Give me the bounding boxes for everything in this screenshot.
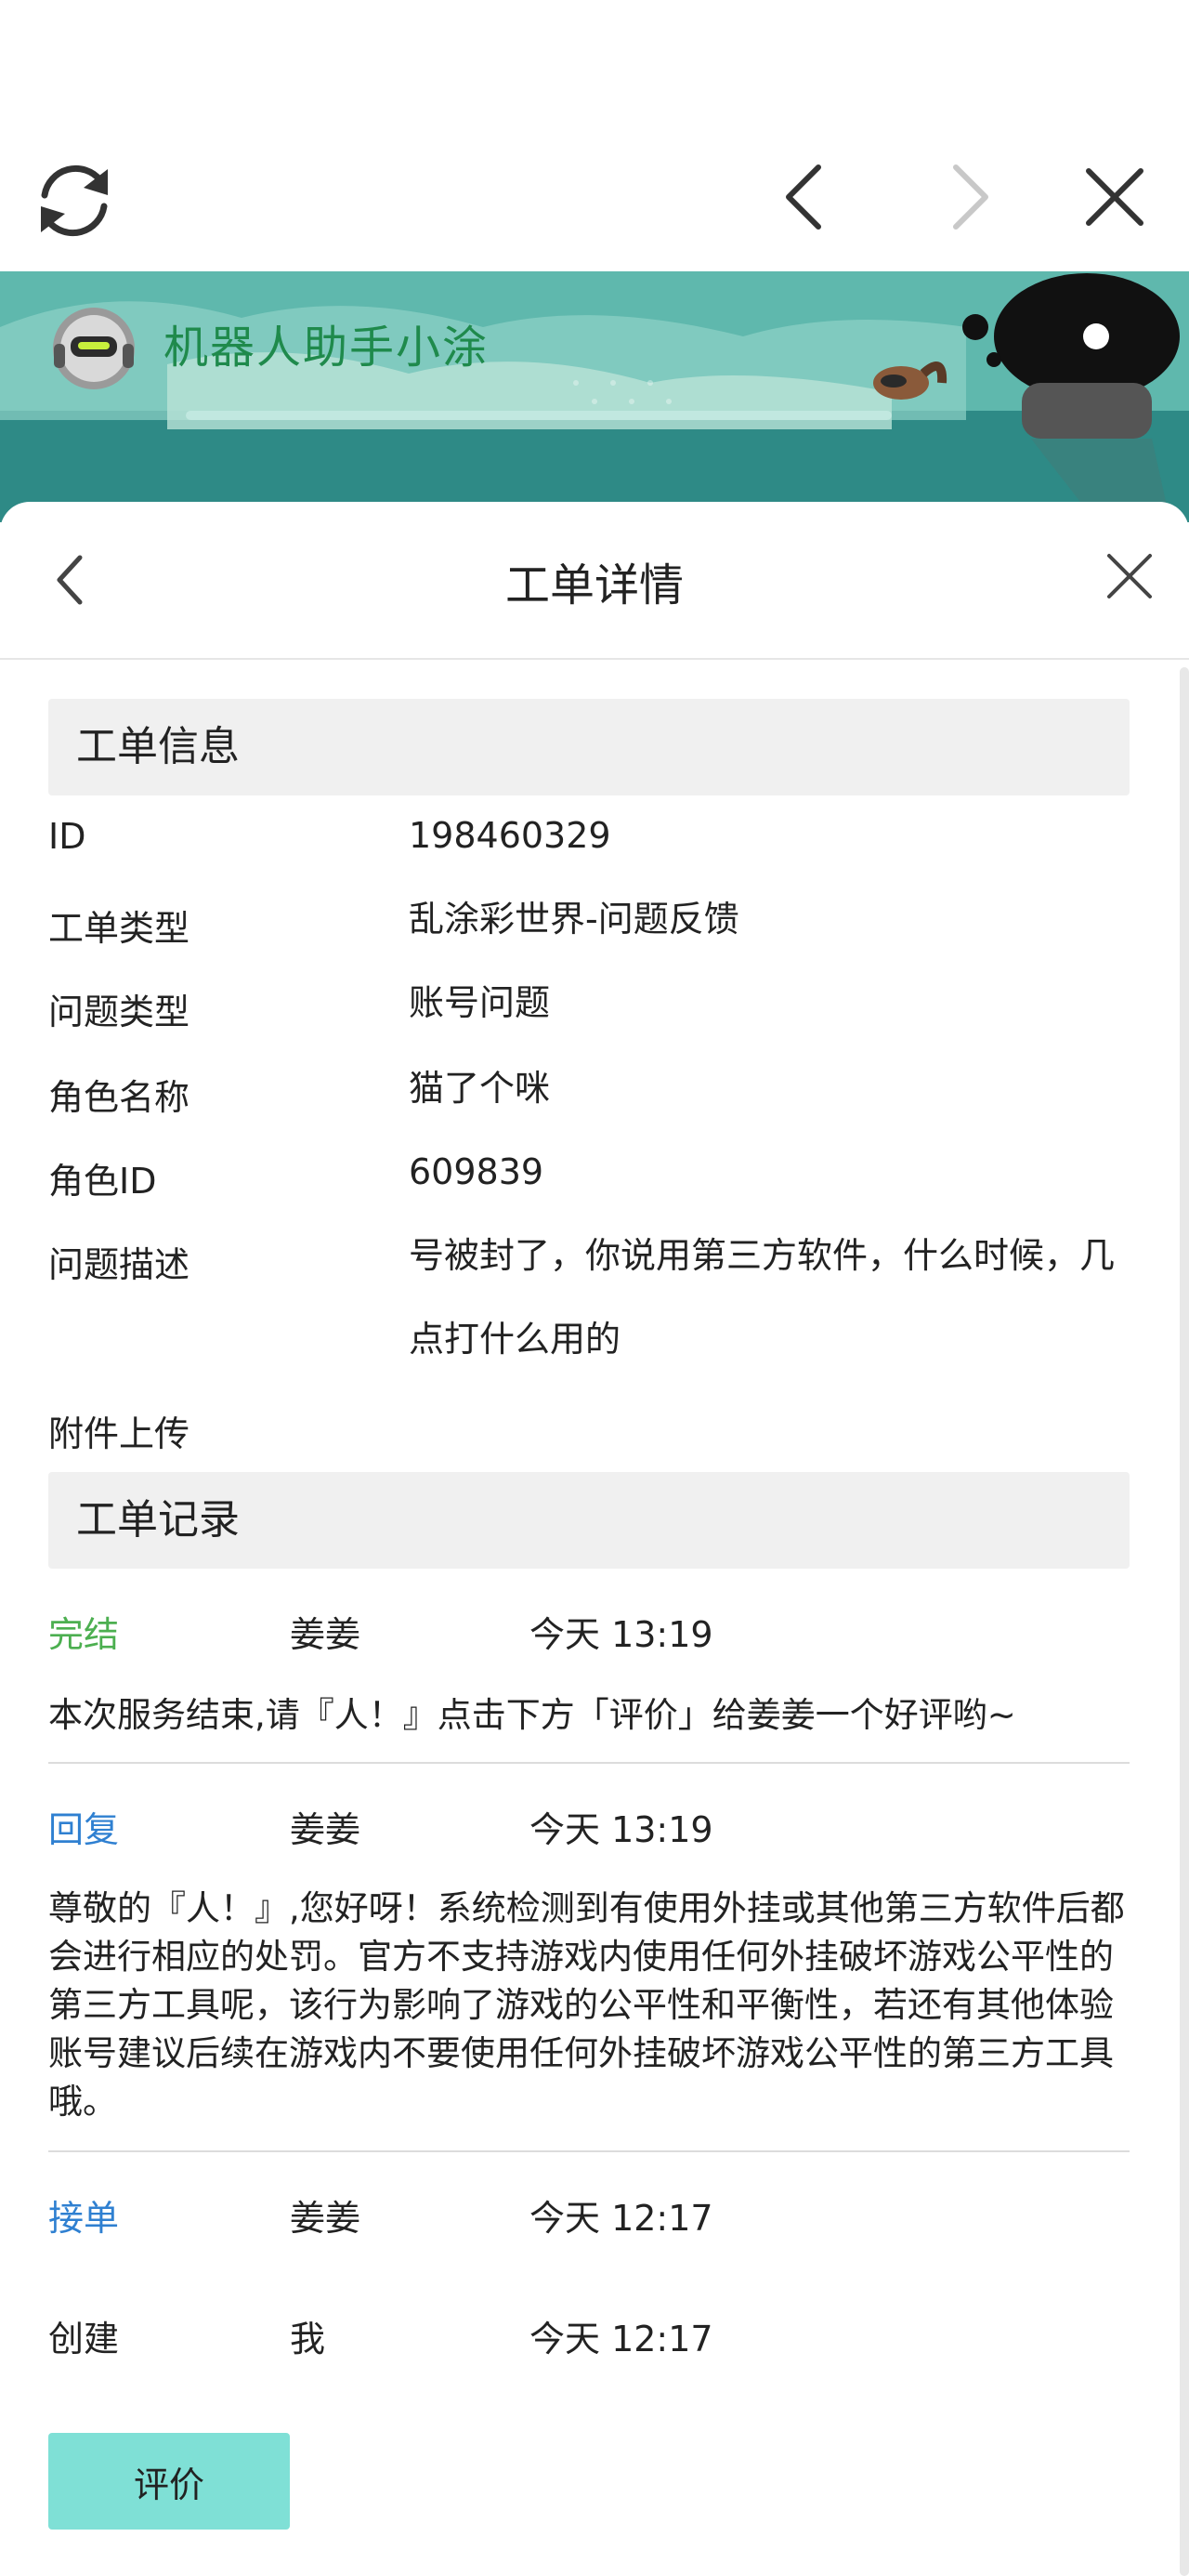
browser-toolbar — [0, 0, 1189, 271]
refresh-icon[interactable] — [28, 154, 121, 247]
back-chevron-icon[interactable] — [776, 160, 831, 234]
field-role-name-value: 猫了个咪 — [409, 1068, 551, 1109]
record-message: 尊敬的『人！』,您好呀！系统检测到有使用外挂或其他第三方软件后都会进行相应的处罚… — [48, 1888, 1125, 2122]
record-time: 今天 13:19 — [529, 1809, 713, 1850]
record-status: 接单 — [48, 2198, 120, 2239]
sheet-title: 工单详情 — [504, 559, 684, 611]
record-divider — [48, 2150, 1130, 2152]
field-id-label: ID — [48, 816, 86, 857]
sheet-scrollbar[interactable] — [1180, 667, 1189, 2576]
sheet-header: 工单详情 — [0, 502, 1189, 660]
field-ticket-type-label: 工单类型 — [48, 908, 190, 949]
field-ticket-type-value: 乱涂彩世界-问题反馈 — [409, 899, 739, 940]
field-issue-type-value: 账号问题 — [409, 982, 551, 1023]
ticket-detail-sheet: 工单详情 工单信息 ID 198460329 工单类型 乱涂彩世界-问题反馈 问… — [0, 502, 1189, 2576]
record-status: 创建 — [48, 2319, 120, 2359]
record-message: 本次服务结束,请『人！』点击下方「评价」给姜姜一个好评哟~ — [48, 1695, 1016, 1735]
record-divider — [48, 1762, 1130, 1764]
ticket-records-header: 工单记录 — [48, 1472, 1130, 1569]
field-attachment-label: 附件上传 — [48, 1413, 190, 1454]
robot-assistant-banner: 机器人助手小涂 — [0, 271, 1189, 522]
record-time: 今天 12:17 — [529, 2319, 713, 2359]
monster-illustration — [962, 273, 1180, 522]
record-agent: 姜姜 — [290, 2198, 361, 2239]
sheet-close-icon[interactable] — [1104, 550, 1156, 602]
field-role-name-label: 角色名称 — [48, 1077, 190, 1118]
record-agent: 姜姜 — [290, 1614, 361, 1655]
rate-button[interactable]: 评价 — [48, 2433, 290, 2530]
ticket-info-header: 工单信息 — [48, 699, 1130, 795]
close-icon[interactable] — [1078, 160, 1152, 234]
field-description-value: 号被封了，你说用第三方软件，什么时候，几点打什么用的 — [409, 1235, 1116, 1360]
banner-title: 机器人助手小涂 — [163, 322, 490, 374]
field-role-id-label: 角色ID — [48, 1161, 157, 1202]
record-status: 回复 — [48, 1809, 120, 1850]
field-role-id-value: 609839 — [409, 1151, 544, 1192]
field-issue-type-label: 问题类型 — [48, 992, 190, 1032]
forward-chevron-icon[interactable] — [943, 160, 999, 234]
record-time: 今天 12:17 — [529, 2198, 713, 2239]
raccoon-illustration — [873, 361, 947, 400]
record-time: 今天 13:19 — [529, 1614, 713, 1655]
record-status: 完结 — [48, 1614, 120, 1655]
record-agent: 姜姜 — [290, 1809, 361, 1850]
field-description-label: 问题描述 — [48, 1244, 190, 1285]
record-agent: 我 — [290, 2319, 326, 2359]
robot-avatar — [53, 308, 135, 389]
field-id-value: 198460329 — [409, 815, 611, 856]
